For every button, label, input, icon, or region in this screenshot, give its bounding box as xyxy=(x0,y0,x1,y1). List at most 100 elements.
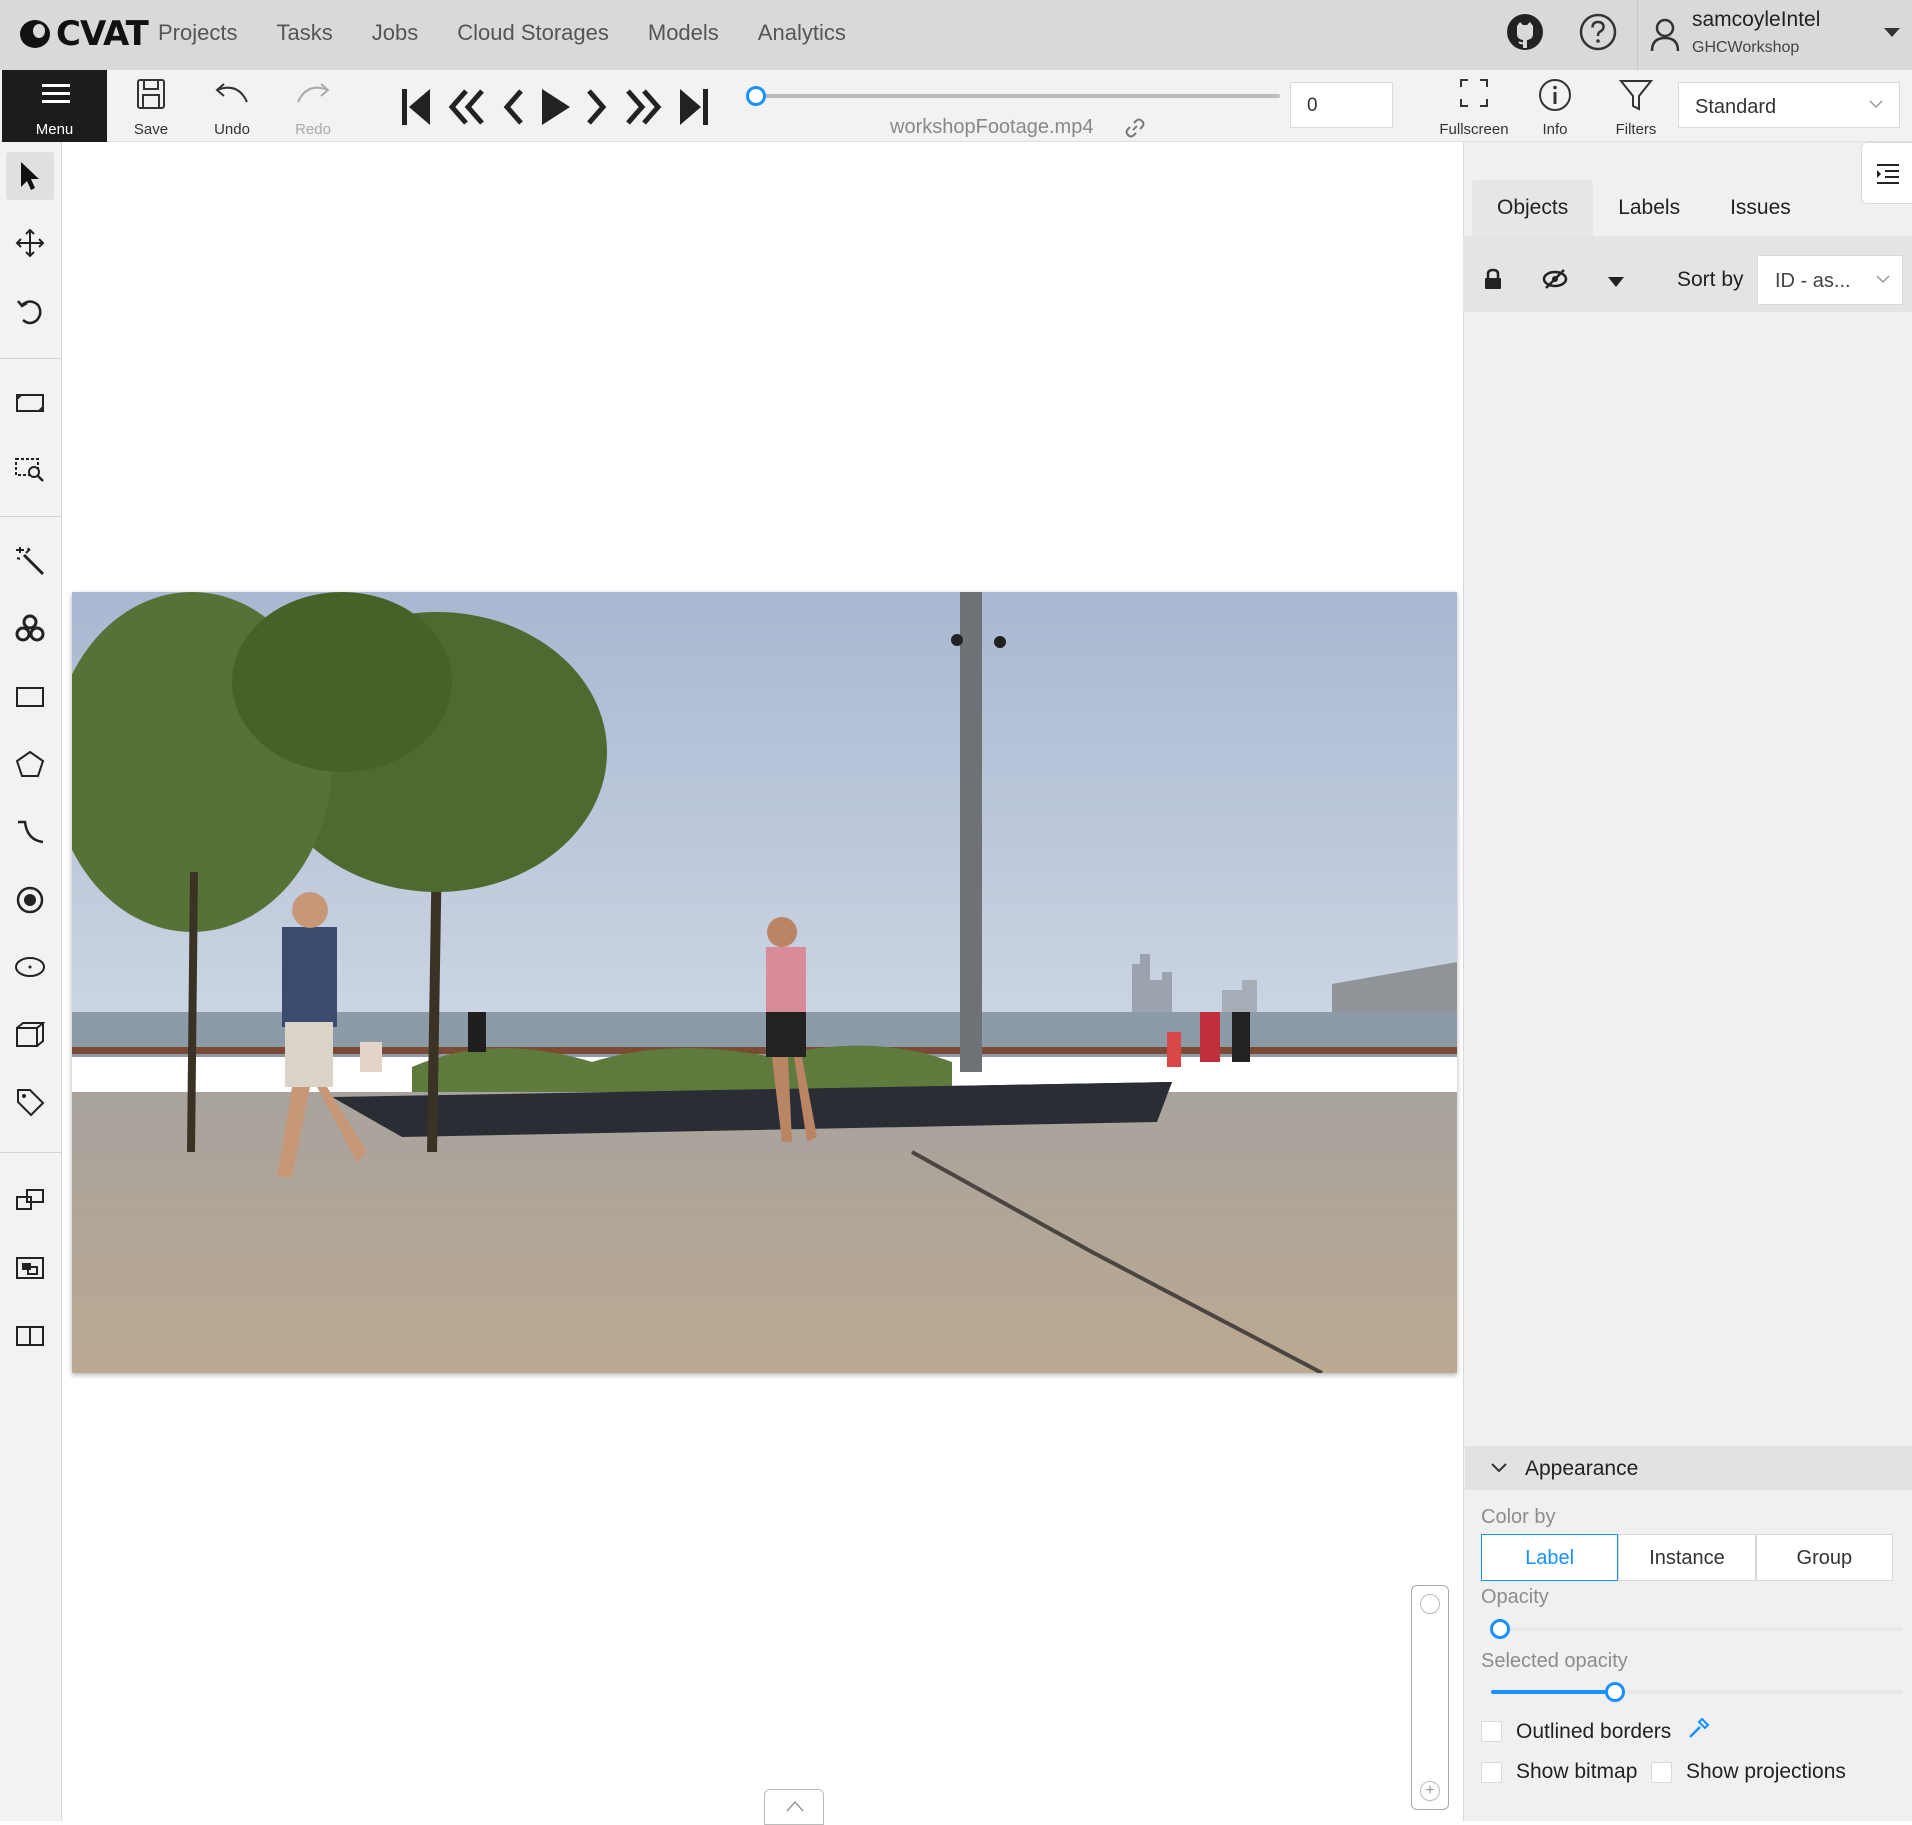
tab-objects[interactable]: Objects xyxy=(1472,180,1594,236)
fit-image-tool[interactable] xyxy=(6,379,54,427)
last-frame-icon[interactable] xyxy=(676,85,710,129)
show-bitmap-checkbox[interactable] xyxy=(1481,1762,1502,1783)
tool-divider xyxy=(0,516,62,517)
filters-label: Filters xyxy=(1615,121,1657,138)
user-divider xyxy=(1637,0,1638,70)
user-dropdown-caret-icon[interactable] xyxy=(1884,28,1900,37)
link-icon[interactable] xyxy=(1124,117,1146,139)
draw-polyline-tool[interactable] xyxy=(6,808,54,856)
points-icon xyxy=(16,886,44,914)
chevron-up-icon xyxy=(786,1800,804,1812)
chevron-down-icon xyxy=(1491,1463,1507,1473)
organization-name[interactable]: GHCWorkshop xyxy=(1692,39,1799,57)
save-button[interactable]: Save xyxy=(116,70,186,142)
fast-backward-icon[interactable] xyxy=(446,85,488,129)
user-icon[interactable] xyxy=(1650,18,1680,52)
sort-select[interactable]: ID - as... xyxy=(1757,255,1903,305)
chevron-down-icon xyxy=(1876,275,1890,284)
frame-slider-track[interactable] xyxy=(757,94,1280,98)
openvino-tool[interactable] xyxy=(6,604,54,652)
expand-timeline-button[interactable] xyxy=(764,1789,824,1825)
info-button[interactable]: Info xyxy=(1515,70,1595,142)
color-by-radio-group: Label Instance Group xyxy=(1481,1534,1893,1581)
zoom-controls[interactable]: + xyxy=(1411,1585,1449,1810)
zoom-indicator-icon[interactable] xyxy=(1420,1594,1440,1614)
split-track-tool[interactable] xyxy=(6,1312,54,1360)
frame-slider-handle[interactable] xyxy=(746,86,766,106)
undo-label: Undo xyxy=(214,121,250,138)
move-icon xyxy=(15,228,45,258)
group-shapes-tool[interactable] xyxy=(6,1244,54,1292)
cvat-logo[interactable]: CVAT xyxy=(18,14,149,54)
play-icon[interactable] xyxy=(538,85,572,129)
rotate-tool[interactable] xyxy=(6,288,54,336)
undo-button[interactable]: Undo xyxy=(197,70,267,142)
nav-tasks[interactable]: Tasks xyxy=(276,20,332,46)
nav-projects[interactable]: Projects xyxy=(158,20,237,46)
redo-label: Redo xyxy=(295,121,331,138)
workspace-select[interactable]: Standard xyxy=(1678,82,1900,128)
zoom-region-tool[interactable] xyxy=(6,446,54,494)
opacity-slider-handle[interactable] xyxy=(1490,1619,1510,1639)
video-frame-image[interactable] xyxy=(72,592,1457,1373)
tab-labels[interactable]: Labels xyxy=(1593,180,1705,236)
outlined-borders-checkbox[interactable] xyxy=(1481,1721,1502,1742)
appearance-title: Appearance xyxy=(1525,1457,1639,1480)
first-frame-icon[interactable] xyxy=(400,85,434,129)
fullscreen-button[interactable]: Fullscreen xyxy=(1434,70,1514,142)
zoom-region-icon xyxy=(15,458,44,482)
fast-forward-icon[interactable] xyxy=(622,85,664,129)
waterfront-scene-image xyxy=(72,592,1457,1373)
selected-opacity-slider-handle[interactable] xyxy=(1604,1682,1625,1702)
menu-button[interactable]: Menu xyxy=(2,70,107,142)
nav-cloud-storages[interactable]: Cloud Storages xyxy=(457,20,609,46)
color-picker-icon[interactable] xyxy=(1686,1717,1710,1741)
next-frame-icon[interactable] xyxy=(584,85,610,129)
show-projections-checkbox[interactable] xyxy=(1651,1762,1672,1783)
info-icon xyxy=(1539,79,1571,111)
outlined-borders-label: Outlined borders xyxy=(1516,1720,1672,1743)
draw-points-tool[interactable] xyxy=(6,876,54,924)
menu-fold-icon xyxy=(1877,164,1899,184)
cursor-tool[interactable] xyxy=(6,152,54,200)
rotate-icon xyxy=(17,300,42,325)
sort-by-label: Sort by xyxy=(1677,268,1744,291)
info-label: Info xyxy=(1542,121,1568,138)
workspace-value: Standard xyxy=(1695,96,1777,118)
color-by-instance-option[interactable]: Instance xyxy=(1618,1534,1756,1581)
draw-ellipse-tool[interactable] xyxy=(6,943,54,991)
color-by-label-option[interactable]: Label xyxy=(1481,1534,1619,1581)
nav-analytics[interactable]: Analytics xyxy=(758,20,846,46)
caret-down-icon[interactable] xyxy=(1607,276,1625,288)
previous-frame-icon[interactable] xyxy=(500,85,526,129)
username[interactable]: samcoyleIntel xyxy=(1692,8,1820,32)
move-tool[interactable] xyxy=(6,219,54,267)
help-icon[interactable] xyxy=(1578,12,1618,52)
redo-button[interactable]: Redo xyxy=(278,70,348,142)
eye-invisible-icon[interactable] xyxy=(1542,268,1568,290)
magic-wand-tool[interactable] xyxy=(6,537,54,585)
setup-tag-tool[interactable] xyxy=(6,1078,54,1126)
zoom-in-icon[interactable]: + xyxy=(1420,1781,1440,1801)
collapse-sidebar-button[interactable] xyxy=(1861,142,1912,204)
color-by-group-option[interactable]: Group xyxy=(1755,1534,1893,1581)
video-filename: workshopFootage.mp4 xyxy=(890,116,1094,138)
merge-shapes-tool[interactable] xyxy=(6,1176,54,1224)
appearance-collapse-header[interactable]: Appearance xyxy=(1465,1446,1912,1490)
draw-polygon-tool[interactable] xyxy=(6,740,54,788)
tag-icon xyxy=(17,1089,45,1117)
main-nav: Projects Tasks Jobs Cloud Storages Model… xyxy=(158,20,846,46)
opacity-label: Opacity xyxy=(1481,1586,1549,1608)
color-by-label: Color by xyxy=(1481,1506,1556,1528)
tab-issues[interactable]: Issues xyxy=(1705,180,1816,236)
github-icon[interactable] xyxy=(1505,12,1545,52)
nav-jobs[interactable]: Jobs xyxy=(372,20,418,46)
lock-icon[interactable] xyxy=(1483,268,1503,290)
frame-number-input[interactable]: 0 xyxy=(1290,82,1393,128)
draw-cuboid-tool[interactable] xyxy=(6,1010,54,1058)
opacity-slider-track[interactable] xyxy=(1491,1627,1903,1631)
draw-rectangle-tool[interactable] xyxy=(6,673,54,721)
nav-models[interactable]: Models xyxy=(648,20,719,46)
filters-button[interactable]: Filters xyxy=(1596,70,1676,142)
tool-divider xyxy=(0,358,62,359)
